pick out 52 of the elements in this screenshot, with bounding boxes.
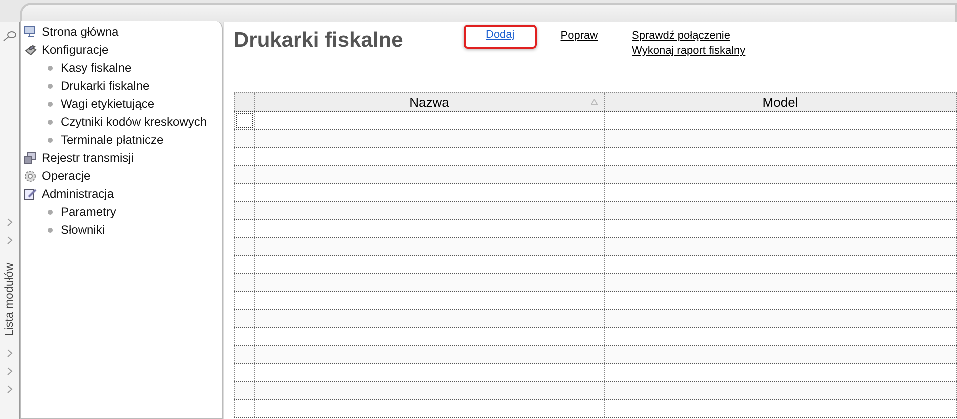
module-list-label[interactable]: Lista modułów: [4, 263, 16, 337]
bullet-icon: [48, 120, 53, 124]
action-link[interactable]: Wykonaj raport fiskalny: [630, 45, 748, 57]
nav-item[interactable]: Konfiguracje: [42, 43, 109, 57]
row-header-cell[interactable]: [234, 238, 255, 255]
nav-subitem[interactable]: Terminale płatnicze: [61, 133, 164, 147]
column-header[interactable]: Model: [605, 93, 957, 111]
bullet-icon: [48, 228, 53, 232]
printer-icon: [24, 44, 37, 56]
row-header-cell[interactable]: [234, 166, 255, 183]
column-title: Model: [762, 94, 798, 110]
nav-item[interactable]: Rejestr transmisji: [42, 151, 134, 165]
row-header-cell[interactable]: [234, 220, 255, 237]
row-header-cell[interactable]: [234, 346, 255, 363]
nav-item[interactable]: Operacje: [42, 169, 91, 183]
bullet-icon: [48, 210, 53, 214]
column-title: Nazwa: [410, 94, 450, 110]
nav-subitem[interactable]: Wagi etykietujące: [61, 97, 155, 111]
row-header-cell[interactable]: [234, 364, 255, 381]
row-header-cell[interactable]: [234, 328, 255, 345]
row-header-cell[interactable]: [234, 382, 255, 399]
bullet-icon: [48, 66, 53, 70]
row-header-cell[interactable]: [234, 130, 255, 147]
nav-subitem[interactable]: Parametry: [61, 205, 116, 219]
row-header-cell[interactable]: [234, 292, 255, 309]
row-header-cell[interactable]: [234, 202, 255, 219]
row-header-cell[interactable]: [234, 274, 255, 291]
gear-icon: [24, 170, 37, 182]
row-header-cell[interactable]: [234, 400, 255, 417]
nav-subitem[interactable]: Słowniki: [61, 223, 106, 237]
nav-subitem[interactable]: Kasy fiskalne: [61, 61, 132, 75]
bullet-icon: [48, 138, 53, 142]
nav-item[interactable]: Administracja: [42, 187, 114, 201]
row-header-cell[interactable]: [234, 112, 255, 129]
nav-subitem[interactable]: Czytniki kodów kreskowych: [61, 115, 208, 129]
current-row-marker: [236, 113, 253, 128]
nav-item[interactable]: Strona główna: [42, 25, 119, 39]
add-link[interactable]: Dodaj: [464, 25, 537, 49]
row-header-cell[interactable]: [234, 256, 255, 273]
nav-subitem[interactable]: Drukarki fiskalne: [61, 79, 150, 93]
bullet-icon: [48, 102, 53, 106]
column-header[interactable]: Nazwa: [255, 93, 605, 111]
edit-icon: [24, 188, 37, 200]
bullet-icon: [48, 84, 53, 88]
page-title: Drukarki fiskalne: [234, 29, 404, 54]
row-header-cell[interactable]: [234, 184, 255, 201]
row-header-cell[interactable]: [234, 148, 255, 165]
action-link[interactable]: Sprawdź połączenie: [630, 30, 748, 42]
row-header-cell[interactable]: [234, 310, 255, 327]
monitor-icon: [24, 26, 37, 38]
transfer-icon: [24, 152, 37, 164]
edit-link[interactable]: Popraw: [558, 30, 600, 42]
